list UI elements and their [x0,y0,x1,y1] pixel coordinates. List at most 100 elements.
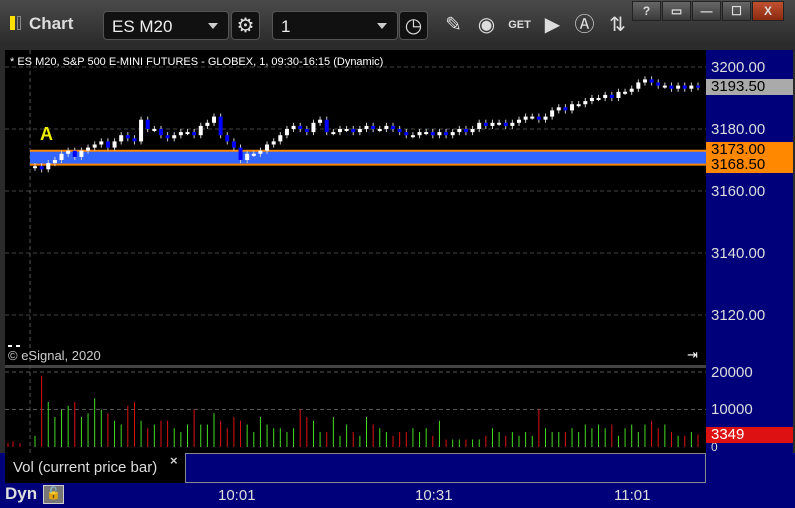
volume-legend[interactable]: Vol (current price bar) [5,453,185,483]
candle [404,132,409,136]
price-tick: 3140.00 [711,245,766,262]
candle [52,160,57,164]
candle [66,150,71,154]
candle [304,129,309,133]
candle [291,125,296,129]
candle [636,82,641,89]
candle [158,129,163,136]
candle [357,129,362,133]
candle [410,135,415,138]
candle [125,135,130,139]
dynamic-mode-label[interactable]: Dyn [5,484,37,504]
candle [331,132,336,135]
candle [165,135,170,139]
candle [450,132,455,136]
candle [112,141,117,148]
candle [497,122,502,125]
candle [682,85,687,89]
candle [563,107,568,111]
watermark: © eSignal, 2020 [8,348,101,363]
legend-area [185,453,706,483]
candle [662,85,667,88]
candle [510,122,515,126]
candle [583,101,588,105]
candle [185,132,190,135]
time-tick: 11:01 [614,487,651,504]
candle [251,153,256,156]
volume-legend-label: Vol (current price bar) [13,459,158,476]
candle [16,345,20,347]
candle [457,129,462,133]
candle [371,125,376,129]
candle [72,150,77,157]
candle [92,144,97,148]
candle [178,132,183,136]
candle [245,153,250,160]
candle [145,119,150,129]
candle [543,116,548,120]
candle [616,91,621,98]
candle [311,122,316,133]
candle [192,132,197,136]
candle [351,129,356,133]
candle [656,82,661,86]
candle [99,141,104,145]
candle [86,147,91,151]
candle [576,104,581,107]
candle [238,147,243,160]
volume-tick: 20000 [711,364,753,381]
time-tick: 10:01 [218,487,256,504]
candle [490,122,495,126]
candle [483,122,488,126]
candle [364,125,369,129]
candle [258,150,263,154]
candle [649,79,654,83]
candle [463,129,468,133]
price-band [30,150,706,165]
scroll-to-end-icon[interactable]: ⇥ [687,347,698,363]
candle [265,144,270,151]
price-tick: 3160.00 [711,183,766,200]
candle [642,79,647,83]
candle [225,135,230,142]
candle [152,129,157,131]
current-volume-tag: 3349 [706,427,793,443]
candle [377,129,382,131]
price-tick: 3120.00 [711,307,766,324]
candle [696,85,700,88]
candle [556,107,561,111]
candle [437,132,442,136]
band-low-tag: 3168.50 [706,157,793,173]
candle [198,125,203,136]
lock-icon[interactable]: 🔓 [43,485,64,504]
price-tick: 3180.00 [711,121,766,138]
candle [324,119,329,133]
candle [318,119,323,123]
candle [689,85,694,89]
close-study-icon[interactable]: × [170,453,178,468]
marker-a[interactable]: A [40,124,53,145]
price-tick: 3200.00 [711,59,766,76]
chart-canvas [5,50,706,453]
candle [298,125,303,129]
candle [570,104,575,111]
candle [139,119,144,142]
candle [119,135,124,142]
candle [470,129,475,133]
candle [424,132,429,135]
candle [33,166,37,169]
candle [603,94,608,98]
candle [172,135,177,139]
candle [278,135,283,142]
candle [105,141,110,148]
candle [516,119,521,123]
candle [669,85,674,89]
candle [417,132,422,136]
candle [8,345,12,347]
candle [550,110,555,117]
time-tick: 10:31 [415,487,453,504]
candle [39,166,44,170]
volume-tick: 10000 [711,401,753,418]
candle [212,116,217,123]
candle [46,163,51,170]
